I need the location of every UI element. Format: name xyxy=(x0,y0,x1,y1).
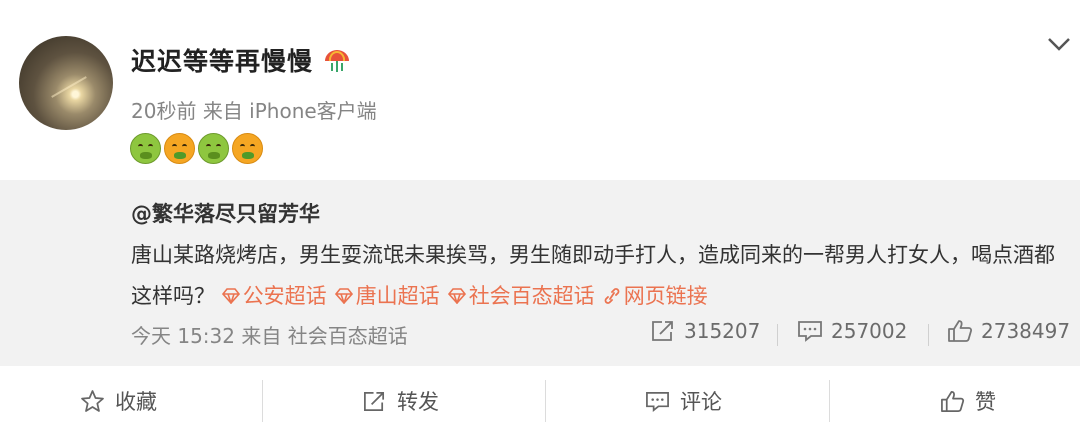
repost-author[interactable]: @繁华落尽只留芳华 xyxy=(131,198,320,228)
stat-divider xyxy=(777,324,778,346)
repost-label: 转发 xyxy=(397,390,439,414)
thumbs-up-icon xyxy=(941,390,965,412)
nauseated-face-icon xyxy=(198,133,229,164)
topic-label: 唐山超话 xyxy=(355,284,440,308)
repost-count: 315207 xyxy=(684,319,761,343)
post-time: 20秒前 xyxy=(131,99,197,123)
stat-divider xyxy=(928,324,929,346)
favorite-label: 收藏 xyxy=(115,390,157,414)
web-link-label: 网页链接 xyxy=(623,284,708,308)
link-icon xyxy=(604,288,620,304)
vomiting-face-icon xyxy=(232,133,263,164)
like-label: 赞 xyxy=(975,390,996,414)
post-source: 来自 iPhone客户端 xyxy=(202,99,377,123)
avatar[interactable] xyxy=(19,36,113,130)
repost-body: 唐山某路烧烤店，男生耍流氓未果挨骂，男生随即动手打人，造成同来的一帮男人打女人，… xyxy=(131,235,1061,317)
umbrella-badge-icon xyxy=(325,50,349,72)
comment-count: 257002 xyxy=(831,319,908,343)
topic-link[interactable]: 唐山超话 xyxy=(334,284,440,308)
like-count-stat[interactable]: 2738497 xyxy=(947,319,1070,343)
nauseated-face-icon xyxy=(130,133,161,164)
topic-label: 公安超话 xyxy=(242,284,327,308)
topic-label: 社会百态超话 xyxy=(468,284,595,308)
favorite-button[interactable]: 收藏 xyxy=(80,366,157,436)
repost-count-stat[interactable]: 315207 xyxy=(650,319,760,343)
star-icon xyxy=(81,389,104,412)
post-meta: 20秒前 来自 iPhone客户端 xyxy=(131,95,377,124)
web-link[interactable]: 网页链接 xyxy=(603,284,708,308)
diamond-topic-icon xyxy=(447,288,466,304)
action-divider xyxy=(262,380,263,422)
comment-icon xyxy=(646,391,669,412)
vomiting-face-icon xyxy=(164,133,195,164)
topic-link[interactable]: 公安超话 xyxy=(221,284,327,308)
topic-link[interactable]: 社会百态超话 xyxy=(447,284,595,308)
diamond-topic-icon xyxy=(221,288,240,304)
repost-button[interactable]: 转发 xyxy=(362,366,439,436)
thumbs-up-icon xyxy=(948,320,973,342)
repost-meta: 今天 15:32 来自 社会百态超话 xyxy=(131,320,408,349)
chevron-down-icon[interactable] xyxy=(1044,32,1074,56)
comment-label: 评论 xyxy=(680,390,722,414)
like-count: 2738497 xyxy=(981,319,1071,343)
action-divider xyxy=(545,380,546,422)
action-divider xyxy=(829,380,830,422)
repost-source: 来自 社会百态超话 xyxy=(241,324,408,348)
comment-button[interactable]: 评论 xyxy=(645,366,722,436)
diamond-topic-icon xyxy=(334,288,353,304)
comment-count-stat[interactable]: 257002 xyxy=(797,319,907,343)
action-bar: 收藏 转发 评论 赞 xyxy=(0,366,1080,436)
post-author-name[interactable]: 迟迟等等再慢慢 xyxy=(131,42,313,78)
comment-icon xyxy=(798,321,822,342)
post-emoji-row xyxy=(130,133,263,164)
like-button[interactable]: 赞 xyxy=(940,366,996,436)
share-icon xyxy=(364,391,385,411)
repost-time: 今天 15:32 xyxy=(131,324,235,348)
share-icon xyxy=(652,321,673,341)
